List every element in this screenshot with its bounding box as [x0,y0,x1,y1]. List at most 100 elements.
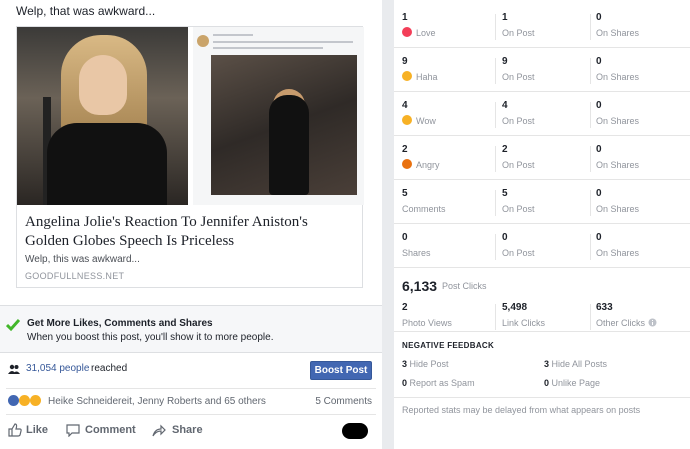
on-post-label: On Post [502,72,535,82]
haha-icon [402,71,412,81]
divider [590,58,591,84]
hide-all-stat: 3 Hide All Posts [544,359,607,369]
divider [590,14,591,40]
metric-label: Angry [416,160,440,170]
metric-label-wrap: Wow [402,114,436,128]
tweet-line [213,34,253,36]
spam-stat: 0 Report as Spam [402,378,475,388]
on-post-label: On Post [502,204,535,214]
insight-row: 9 Haha 9 On Post 0 On Shares [394,48,690,92]
on-post-cell: 0 On Post [502,232,535,260]
other-clicks-cell: 633 Other Clicks [596,302,657,330]
angry-icon [402,159,412,169]
wow-icon [402,115,412,125]
metric-total-cell: 4 Wow [402,100,436,128]
link-clicks-count: 5,498 [502,302,528,313]
post-clicks-section: 6,133 Post Clicks 2 Photo Views 5,498 Li… [394,268,690,332]
hide-post-count: 3 [402,359,408,369]
metric-label-wrap: Love [402,26,436,40]
divider [590,234,591,260]
boost-promo: Get More Likes, Comments and Shares When… [0,305,382,353]
insight-row: 1 Love 1 On Post 0 On Shares [394,4,690,48]
comment-icon [66,424,80,437]
insight-row: 2 Angry 2 On Post 0 On Shares [394,136,690,180]
metric-total: 5 [402,188,408,199]
post-caption: Welp, that was awkward... [16,4,156,18]
hide-post-label: Hide Post [409,359,449,369]
metric-label-wrap: Angry [402,158,440,172]
reach-people-label[interactable]: people [59,363,89,374]
on-post-cell: 9 On Post [502,56,535,84]
metric-label: Shares [402,248,431,258]
spam-label: Report as Spam [409,378,475,388]
like-button[interactable]: Like [26,424,48,436]
divider [590,190,591,216]
dress-shape [47,123,167,205]
boost-post-button[interactable]: Boost Post [310,361,372,380]
other-clicks-label-wrap: Other Clicks [596,316,657,330]
tweet-avatar [197,35,209,47]
on-post-count: 2 [502,144,508,155]
divider [590,146,591,172]
insight-row: 5 Comments 5 On Post 0 On Shares [394,180,690,224]
info-icon[interactable] [648,318,657,327]
on-shares-count: 0 [596,144,602,155]
dress-back-shape [269,95,309,195]
insights-panel: 1 Love 1 On Post 0 On Shares 9 Haha 9 On… [394,0,690,449]
share-button[interactable]: Share [172,424,203,436]
tweet-header [197,29,357,55]
link-image-right[interactable] [193,27,364,205]
tweet-line [213,47,323,49]
on-shares-count: 0 [596,188,602,199]
on-shares-label: On Shares [596,204,640,214]
wow-reaction-icon [30,395,41,406]
divider [495,190,496,216]
on-shares-label: On Shares [596,72,640,82]
promo-description: When you boost this post, you'll show it… [27,332,274,343]
like-reaction-icon [8,395,19,406]
hide-all-label: Hide All Posts [551,359,608,369]
insight-row: 0 Shares 0 On Post 0 On Shares [394,224,690,268]
insight-row: 4 Wow 4 On Post 0 On Shares [394,92,690,136]
redaction-mark [342,423,368,439]
divider [495,102,496,128]
love-icon [402,27,412,37]
stats-delay-note: Reported stats may be delayed from what … [402,405,641,415]
metric-total-cell: 0 Shares [402,232,431,260]
divider [495,14,496,40]
reach-suffix: reached [91,363,128,374]
link-preview-card[interactable]: Angelina Jolie's Reaction To Jennifer An… [16,26,364,288]
reach-count[interactable]: 31,054 people [26,363,89,374]
on-post-label: On Post [502,28,535,38]
people-icon [8,364,20,374]
link-image-left[interactable] [17,27,188,205]
comment-button[interactable]: Comment [85,424,136,436]
other-clicks-label: Other Clicks [596,318,646,328]
unlike-label: Unlike Page [551,378,601,388]
reaction-names[interactable]: Heike Schneidereit, Jenny Roberts and 65… [48,396,266,407]
link-title[interactable]: Angelina Jolie's Reaction To Jennifer An… [25,213,355,251]
comments-count[interactable]: 5 Comments [315,396,372,407]
reactions-summary[interactable]: Heike Schneidereit, Jenny Roberts and 65… [6,388,376,410]
reach-count-value[interactable]: 31,054 [26,363,57,374]
on-shares-cell: 0 On Shares [596,232,639,260]
metric-total-cell: 5 Comments [402,188,446,216]
photo-views-label: Photo Views [402,318,452,328]
on-shares-cell: 0 On Shares [596,144,639,172]
on-shares-label: On Shares [596,160,640,170]
haha-reaction-icon [19,395,30,406]
on-post-count: 1 [502,12,508,23]
other-clicks-count: 633 [596,302,613,313]
on-shares-label: On Shares [596,28,640,38]
link-description: Welp, this was awkward... [25,254,140,265]
link-clicks-cell: 5,498 Link Clicks [502,302,545,330]
on-shares-cell: 0 On Shares [596,12,639,40]
metric-label-wrap: Comments [402,202,446,216]
on-shares-count: 0 [596,56,602,67]
metric-total: 1 [402,12,408,23]
divider [590,102,591,128]
thumbs-up-icon [8,423,22,437]
action-bar: Like Comment Share [6,414,376,444]
spam-count: 0 [402,378,408,388]
divider [495,146,496,172]
